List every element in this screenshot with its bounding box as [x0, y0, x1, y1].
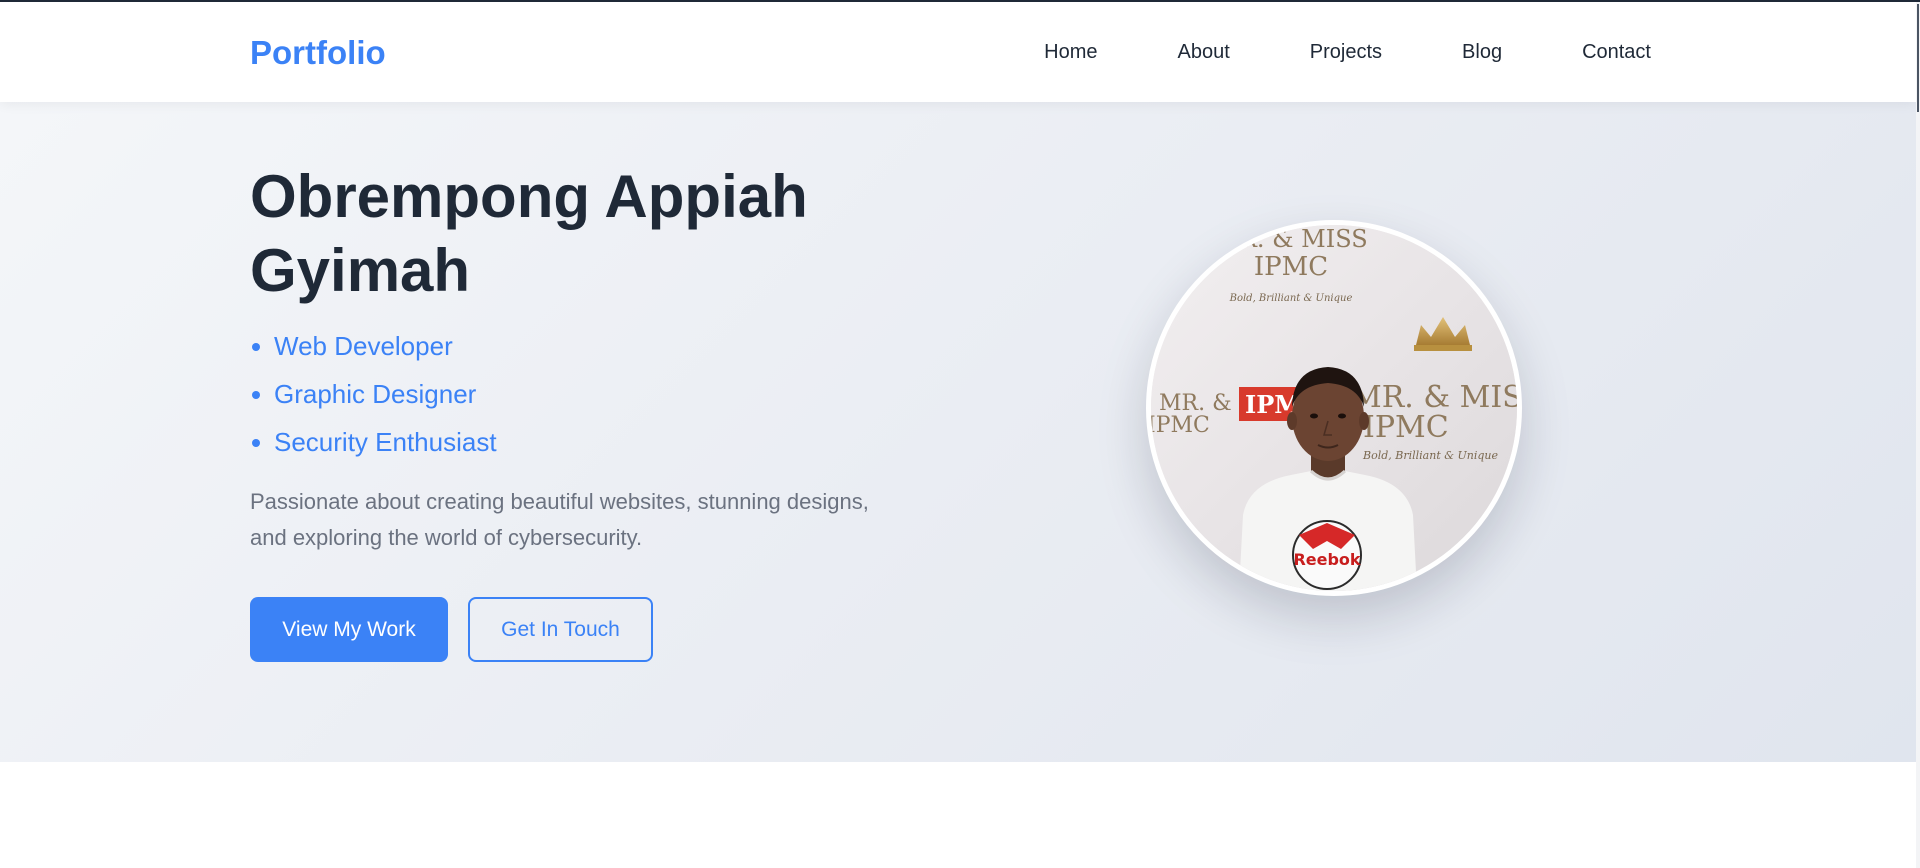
- nav-link-contact[interactable]: Contact: [1582, 41, 1651, 63]
- scrollbar-thumb[interactable]: [1917, 4, 1919, 112]
- nav-item-home: Home: [1044, 40, 1097, 64]
- brand-logo-link[interactable]: Portfolio: [250, 33, 386, 73]
- next-section: [0, 762, 1916, 868]
- nav-item-projects: Projects: [1310, 40, 1382, 64]
- nav-link-blog[interactable]: Blog: [1462, 41, 1502, 63]
- nav-links: Home About Projects Blog Contact: [964, 40, 1651, 64]
- role-item: Security Enthusiast: [250, 418, 497, 466]
- get-in-touch-button[interactable]: Get In Touch: [468, 597, 653, 662]
- view-my-work-button[interactable]: View My Work: [250, 597, 448, 662]
- profile-photo-illustration: MR. & MISS IPMC Bold, Brilliant & Unique…: [1151, 225, 1517, 591]
- nav-link-about[interactable]: About: [1178, 41, 1230, 63]
- role-item: Web Developer: [250, 322, 497, 370]
- nav-item-about: About: [1178, 40, 1230, 64]
- hero-tagline: Passionate about creating beautiful webs…: [250, 489, 869, 550]
- backdrop-text: IPMC: [1363, 410, 1449, 445]
- nav-item-blog: Blog: [1462, 40, 1502, 64]
- hero-section: Obrempong Appiah Gyimah Web Developer Gr…: [0, 102, 1916, 762]
- backdrop-text: IPMC: [1151, 413, 1210, 438]
- navbar: Portfolio Home About Projects Blog Conta…: [0, 2, 1916, 102]
- nav-item-contact: Contact: [1582, 40, 1651, 64]
- hero-name-heading: Obrempong Appiah Gyimah: [250, 163, 808, 304]
- nav-link-home[interactable]: Home: [1044, 41, 1097, 63]
- nav-link-projects[interactable]: Projects: [1310, 41, 1382, 63]
- backdrop-text: MR. & MISS: [1214, 225, 1367, 253]
- backdrop-script: Bold, Brilliant & Unique: [1229, 293, 1353, 304]
- backdrop-text: IPMC: [1254, 252, 1328, 282]
- shirt-logo-text: Reebok: [1293, 550, 1360, 569]
- roles-list: Web Developer Graphic Designer Security …: [250, 322, 497, 466]
- role-item: Graphic Designer: [250, 370, 497, 418]
- backdrop-script: Bold, Brilliant & Unique: [1362, 449, 1499, 462]
- profile-photo: MR. & MISS IPMC Bold, Brilliant & Unique…: [1146, 220, 1522, 596]
- page-scrollbar[interactable]: [1916, 2, 1920, 868]
- page: Portfolio Home About Projects Blog Conta…: [0, 0, 1920, 868]
